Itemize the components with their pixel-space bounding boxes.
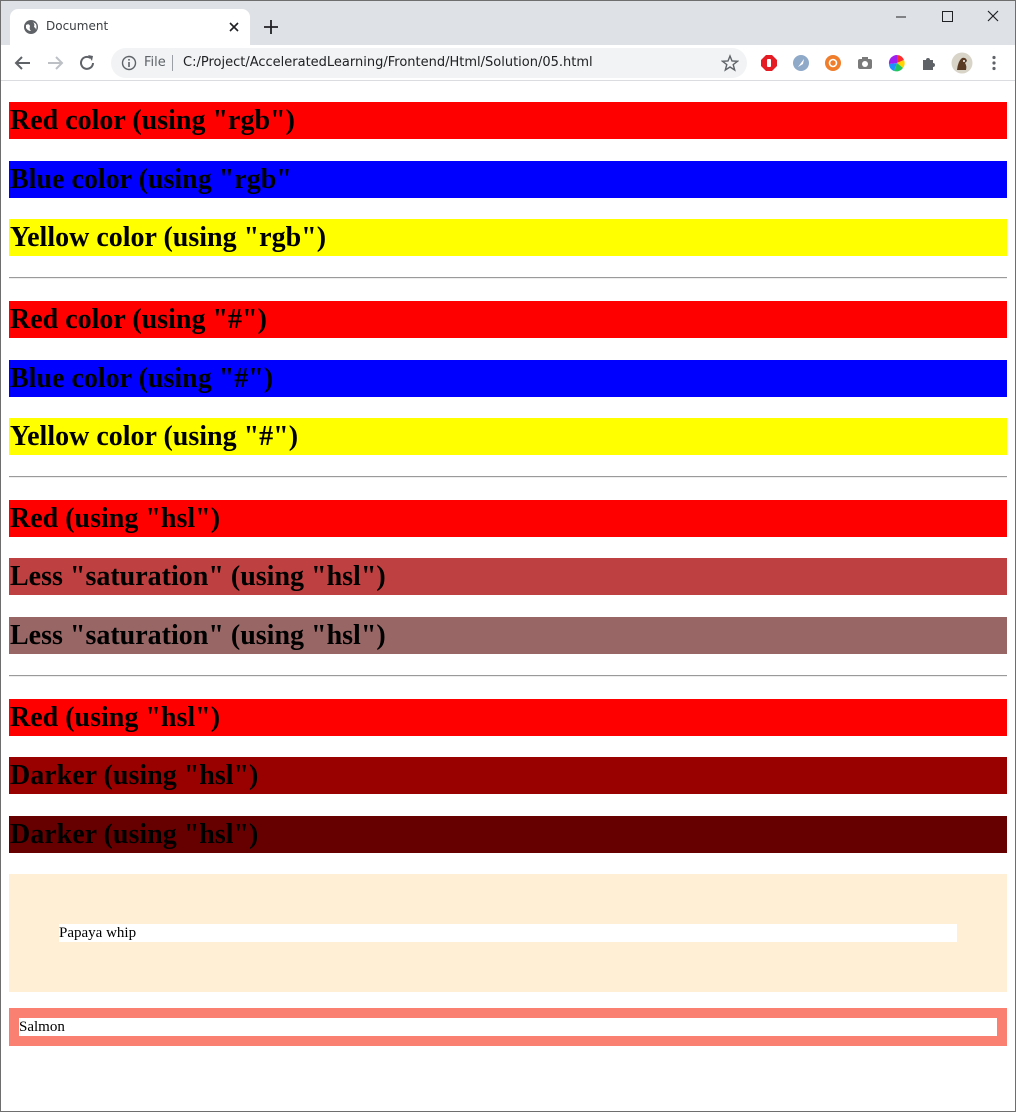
new-tab-icon[interactable]	[261, 17, 281, 37]
url-divider	[172, 55, 173, 71]
vpn-extension-icon[interactable]	[792, 54, 810, 72]
color-picker-extension-icon[interactable]	[888, 54, 906, 72]
color-heading-hsl-less-saturation: Less "saturation" (using "hsl")	[9, 617, 1007, 654]
color-heading-rgb-yellow: Yellow color (using "rgb")	[9, 219, 1007, 256]
color-heading-rgb-blue: Blue color (using "rgb"	[9, 161, 1007, 198]
horizontal-rule	[9, 277, 1007, 279]
browser-titlebar: Document	[1, 1, 1015, 45]
camera-extension-icon[interactable]	[856, 54, 874, 72]
color-heading-hex-red: Red color (using "#")	[9, 301, 1007, 338]
puzzle-extensions-icon[interactable]	[920, 54, 938, 72]
browser-toolbar: File C:/Project/AcceleratedLearning/Fron…	[1, 45, 1015, 81]
salmon-label: Salmon	[19, 1018, 997, 1036]
forward-arrow-icon[interactable]	[45, 53, 65, 73]
color-heading-hsl-less-saturation: Less "saturation" (using "hsl")	[9, 558, 1007, 595]
color-heading-hsl-darker: Darker (using "hsl")	[9, 757, 1007, 794]
url-text[interactable]: C:/Project/AcceleratedLearning/Frontend/…	[183, 55, 593, 70]
color-heading-hsl-red: Red (using "hsl")	[9, 699, 1007, 736]
color-heading-rgb-red: Red color (using "rgb")	[9, 102, 1007, 139]
bookmark-star-icon[interactable]	[721, 54, 739, 72]
color-heading-hex-blue: Blue color (using "#")	[9, 360, 1007, 397]
kebab-menu-icon[interactable]	[985, 54, 1003, 72]
minimize-icon[interactable]	[887, 7, 915, 27]
address-bar[interactable]: File C:/Project/AcceleratedLearning/Fron…	[111, 48, 747, 78]
maximize-icon[interactable]	[933, 7, 961, 27]
color-heading-hsl-darker: Darker (using "hsl")	[9, 816, 1007, 853]
ubuntu-extension-icon[interactable]	[824, 54, 842, 72]
close-tab-icon[interactable]	[226, 19, 242, 35]
close-window-icon[interactable]	[979, 7, 1007, 27]
color-heading-hsl-red: Red (using "hsl")	[9, 500, 1007, 537]
profile-avatar[interactable]	[951, 52, 973, 74]
browser-tab[interactable]: Document	[10, 9, 250, 45]
horizontal-rule	[9, 476, 1007, 478]
reload-icon[interactable]	[77, 53, 97, 73]
papaya-whip-label: Papaya whip	[59, 924, 957, 942]
url-scheme: File	[144, 55, 166, 70]
adblock-extension-icon[interactable]	[760, 54, 778, 72]
color-heading-hex-yellow: Yellow color (using "#")	[9, 418, 1007, 455]
tab-title: Document	[46, 19, 109, 33]
back-arrow-icon[interactable]	[13, 53, 33, 73]
papaya-whip-box: Papaya whip	[9, 874, 1007, 992]
globe-icon	[24, 20, 38, 34]
horizontal-rule	[9, 675, 1007, 677]
salmon-box: Salmon	[9, 1008, 1007, 1046]
info-icon[interactable]	[121, 55, 137, 71]
